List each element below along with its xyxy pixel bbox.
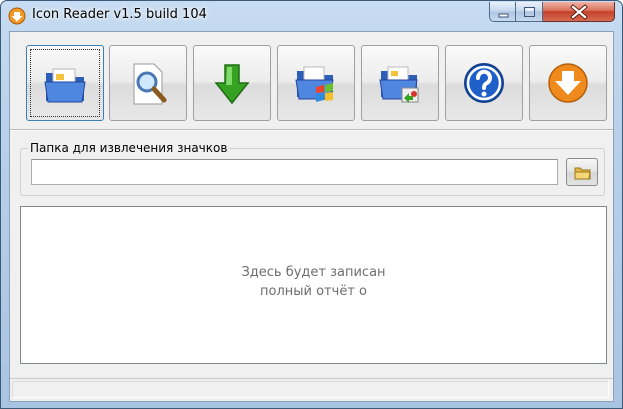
client-area: Папка для извлечения значков Здесь будет… — [9, 31, 614, 402]
open-folder-button[interactable] — [26, 45, 104, 121]
windows-folder-button[interactable] — [277, 45, 355, 121]
small-folder-icon — [574, 167, 591, 180]
export-folder-button[interactable] — [361, 45, 439, 121]
toolbar — [16, 37, 611, 123]
extract-button[interactable] — [193, 45, 271, 121]
report-area[interactable]: Здесь будет записан полный отчёт о — [20, 206, 607, 364]
app-window: Icon Reader v1.5 build 104 Папка для изв… — [0, 0, 623, 409]
close-button[interactable] — [543, 2, 615, 22]
maximize-button[interactable] — [516, 2, 543, 22]
folder-path-input[interactable] — [31, 159, 558, 185]
title-bar[interactable]: Icon Reader v1.5 build 104 — [1, 1, 622, 31]
window-title: Icon Reader v1.5 build 104 — [32, 7, 207, 22]
folder-group-label: Папка для извлечения значков — [28, 141, 230, 155]
folder-export-icon — [379, 66, 419, 103]
maximize-icon — [524, 7, 535, 17]
minimize-button[interactable] — [489, 2, 516, 22]
download-button[interactable] — [529, 45, 607, 121]
magnifier-document-icon — [133, 63, 167, 105]
help-button[interactable] — [445, 45, 523, 121]
windows-folder-icon — [295, 66, 334, 102]
report-line-2: полный отчёт о — [260, 284, 367, 299]
status-bar — [10, 378, 613, 401]
report-placeholder: Здесь будет записан полный отчёт о — [21, 263, 606, 301]
toolbar-separator — [10, 129, 613, 131]
close-icon — [570, 4, 588, 20]
status-panel — [12, 381, 609, 398]
help-icon — [464, 63, 504, 103]
search-file-button[interactable] — [109, 45, 187, 121]
green-down-arrow-icon — [214, 64, 250, 105]
app-logo-icon — [8, 7, 26, 25]
orange-download-icon — [548, 63, 588, 103]
browse-folder-button[interactable] — [566, 158, 598, 186]
blue-folder-icon — [44, 68, 86, 103]
minimize-icon — [498, 13, 509, 18]
report-line-1: Здесь будет записан — [241, 265, 386, 280]
